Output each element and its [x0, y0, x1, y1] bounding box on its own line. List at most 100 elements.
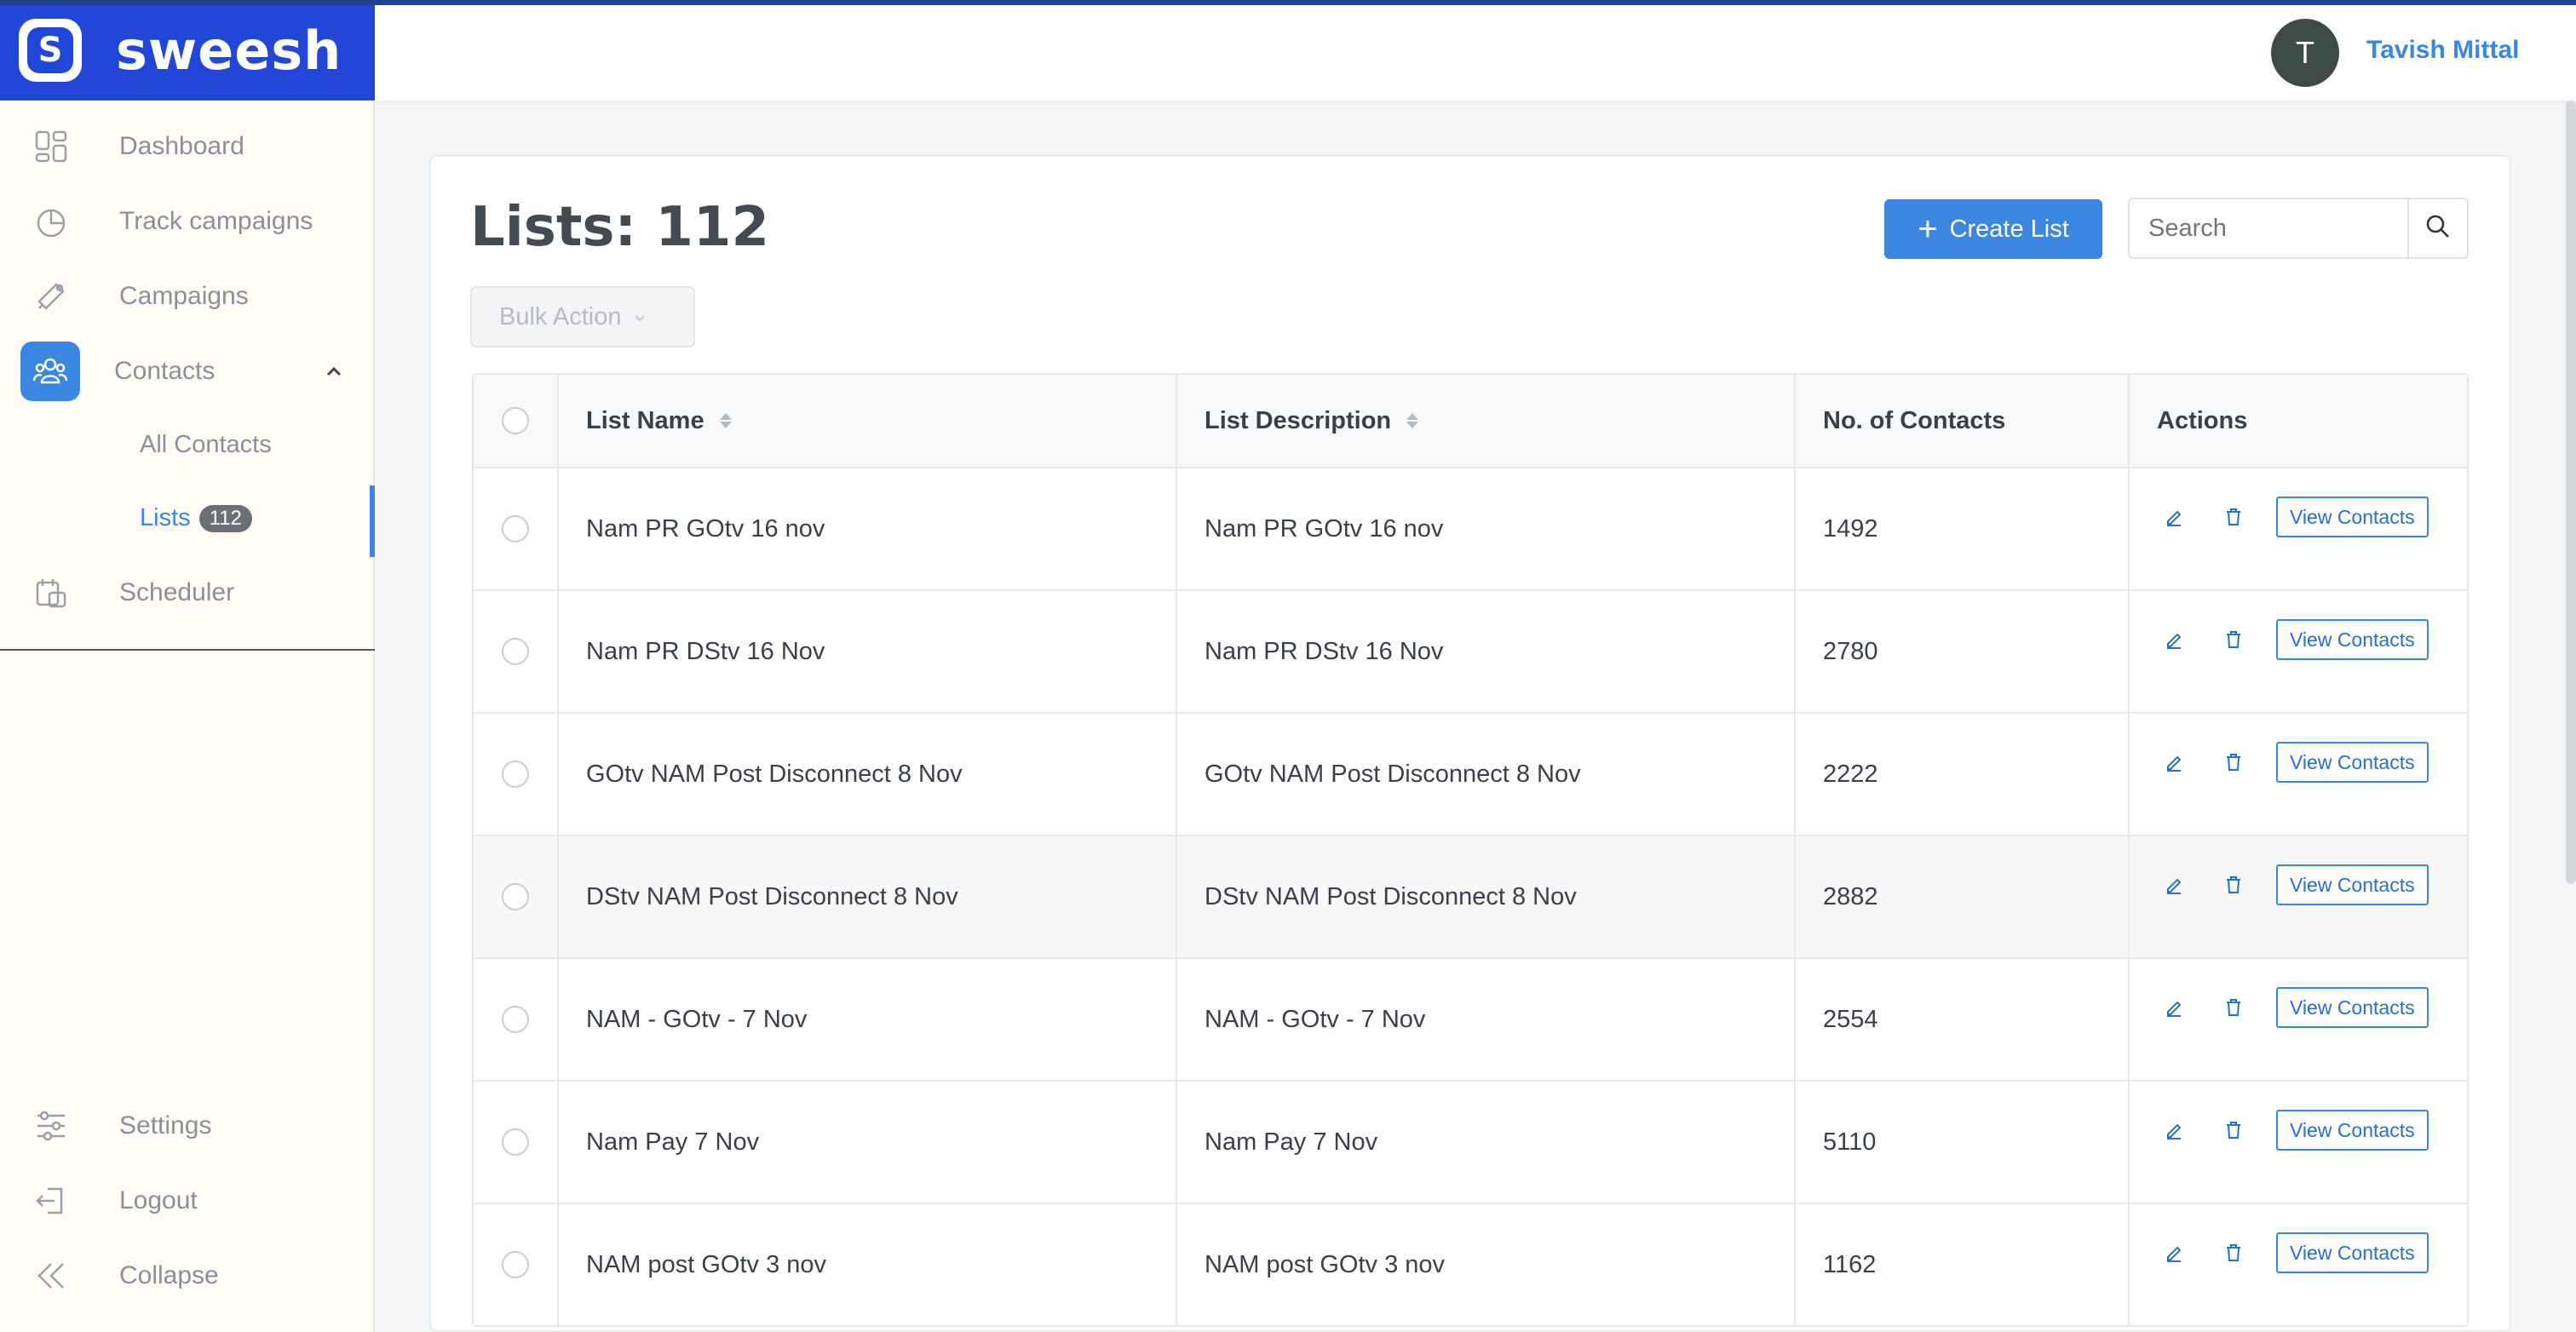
- sidebar-item-track-campaigns[interactable]: Track campaigns: [0, 187, 375, 255]
- sidebar-item-dashboard[interactable]: Dashboard: [0, 112, 375, 181]
- search-input[interactable]: [2128, 198, 2409, 259]
- edit-icon[interactable]: [2157, 1236, 2191, 1270]
- delete-icon[interactable]: [2217, 623, 2251, 657]
- sidebar-item-label: Scheduler: [119, 578, 235, 606]
- table-row[interactable]: Nam PR GOtv 16 nov Nam PR GOtv 16 nov 14…: [474, 467, 2467, 589]
- sidebar-item-label: Track campaigns: [119, 207, 313, 235]
- actions-cell: View Contacts: [2130, 714, 2467, 835]
- column-header-label: Actions: [2157, 406, 2248, 434]
- calendar-icon: [32, 574, 70, 611]
- brand-bar[interactable]: S sweesh: [0, 0, 375, 100]
- sort-icon[interactable]: [719, 413, 732, 428]
- delete-icon[interactable]: [2217, 745, 2251, 779]
- row-checkbox[interactable]: [502, 1006, 529, 1033]
- table-row[interactable]: NAM post GOtv 3 nov NAM post GOtv 3 nov …: [474, 1203, 2467, 1325]
- table-row[interactable]: DStv NAM Post Disconnect 8 Nov DStv NAM …: [474, 835, 2467, 957]
- view-contacts-button[interactable]: View Contacts: [2276, 1232, 2429, 1273]
- top-header: [375, 0, 2576, 100]
- row-checkbox[interactable]: [502, 1128, 529, 1156]
- page-scrollbar[interactable]: [2566, 100, 2576, 884]
- sidebar-item-campaigns[interactable]: Campaigns: [0, 262, 375, 330]
- avatar[interactable]: T: [2271, 19, 2339, 87]
- brand-name: sweesh: [116, 19, 342, 82]
- column-header-actions: Actions: [2130, 375, 2467, 467]
- brand-logo-letter: S: [27, 27, 73, 73]
- sidebar-item-collapse[interactable]: Collapse: [0, 1242, 375, 1310]
- pie-chart-icon: [32, 203, 70, 240]
- actions-cell: View Contacts: [2130, 591, 2467, 712]
- edit-icon[interactable]: [2157, 500, 2191, 534]
- list-description-cell: Nam PR GOtv 16 nov: [1177, 468, 1796, 589]
- chevron-up-icon[interactable]: [324, 361, 344, 382]
- users-icon: [20, 342, 80, 401]
- row-checkbox[interactable]: [502, 1251, 529, 1278]
- column-header-list-name[interactable]: List Name: [559, 375, 1177, 467]
- row-actions: View Contacts: [2157, 987, 2429, 1028]
- actions-cell: View Contacts: [2130, 468, 2467, 589]
- column-header-list-description[interactable]: List Description: [1177, 375, 1796, 467]
- view-contacts-button[interactable]: View Contacts: [2276, 864, 2429, 905]
- sidebar-item-scheduler[interactable]: Scheduler: [0, 559, 375, 627]
- sidebar-item-label: Campaigns: [119, 282, 249, 310]
- search-icon: [2425, 214, 2451, 244]
- actions-cell: View Contacts: [2130, 1082, 2467, 1203]
- view-contacts-button[interactable]: View Contacts: [2276, 1110, 2429, 1151]
- delete-icon[interactable]: [2217, 990, 2251, 1025]
- row-checkbox-cell: [474, 1204, 559, 1325]
- delete-icon[interactable]: [2217, 868, 2251, 902]
- sidebar-divider: [0, 649, 375, 651]
- edit-icon[interactable]: [2157, 868, 2191, 902]
- row-checkbox-cell: [474, 836, 559, 957]
- row-checkbox[interactable]: [502, 638, 529, 665]
- brand-logo-icon: S: [19, 19, 82, 82]
- view-contacts-button[interactable]: View Contacts: [2276, 497, 2429, 537]
- logout-icon: [32, 1182, 70, 1220]
- list-description-cell: NAM - GOtv - 7 Nov: [1177, 959, 1796, 1080]
- sidebar-item-label: Settings: [119, 1111, 212, 1140]
- view-contacts-button[interactable]: View Contacts: [2276, 987, 2429, 1028]
- sidebar-item-contacts[interactable]: Contacts: [0, 337, 375, 405]
- edit-icon[interactable]: [2157, 1113, 2191, 1147]
- sidebar-subitem-lists[interactable]: Lists 112: [140, 504, 252, 532]
- actions-cell: View Contacts: [2130, 836, 2467, 957]
- table-row[interactable]: NAM - GOtv - 7 Nov NAM - GOtv - 7 Nov 25…: [474, 957, 2467, 1080]
- list-name-cell: Nam PR GOtv 16 nov: [559, 468, 1177, 589]
- search-button[interactable]: [2407, 198, 2469, 259]
- view-contacts-button[interactable]: View Contacts: [2276, 742, 2429, 783]
- column-header-contacts: No. of Contacts: [1796, 375, 2130, 467]
- dashboard-icon: [32, 128, 70, 165]
- delete-icon[interactable]: [2217, 1236, 2251, 1270]
- row-actions: View Contacts: [2157, 864, 2429, 905]
- sidebar-subitem-all-contacts[interactable]: All Contacts: [140, 431, 272, 459]
- delete-icon[interactable]: [2217, 500, 2251, 534]
- edit-icon[interactable]: [2157, 745, 2191, 779]
- top-accent-line: [0, 0, 2576, 5]
- edit-icon[interactable]: [2157, 623, 2191, 657]
- lists-table: List Name List Description No. of Contac…: [472, 373, 2469, 1327]
- list-description-cell: NAM post GOtv 3 nov: [1177, 1204, 1796, 1325]
- list-description-cell: Nam Pay 7 Nov: [1177, 1082, 1796, 1203]
- sidebar-item-settings[interactable]: Settings: [0, 1092, 375, 1160]
- contacts-count-cell: 2780: [1796, 591, 2130, 712]
- view-contacts-button[interactable]: View Contacts: [2276, 619, 2429, 660]
- table-row[interactable]: Nam PR DStv 16 Nov Nam PR DStv 16 Nov 27…: [474, 589, 2467, 712]
- row-checkbox[interactable]: [502, 883, 529, 910]
- row-checkbox-cell: [474, 591, 559, 712]
- sidebar-item-label: Collapse: [119, 1261, 219, 1289]
- row-checkbox[interactable]: [502, 515, 529, 543]
- select-all-checkbox[interactable]: [502, 407, 529, 434]
- header-checkbox-cell: [474, 375, 559, 467]
- edit-icon[interactable]: [2157, 990, 2191, 1025]
- table-row[interactable]: Nam Pay 7 Nov Nam Pay 7 Nov 5110 View Co…: [474, 1080, 2467, 1203]
- table-row[interactable]: GOtv NAM Post Disconnect 8 Nov GOtv NAM …: [474, 712, 2467, 835]
- row-checkbox[interactable]: [502, 761, 529, 788]
- sidebar-item-label: Dashboard: [119, 132, 244, 160]
- sort-icon[interactable]: [1406, 413, 1419, 428]
- user-name-link[interactable]: Tavish Mittal: [2366, 36, 2519, 65]
- create-list-button[interactable]: + Create List: [1884, 199, 2102, 259]
- contacts-count-cell: 1492: [1796, 468, 2130, 589]
- delete-icon[interactable]: [2217, 1113, 2251, 1147]
- sidebar-item-logout[interactable]: Logout: [0, 1167, 375, 1235]
- active-indicator: [370, 485, 375, 557]
- bulk-action-dropdown[interactable]: Bulk Action: [470, 286, 695, 347]
